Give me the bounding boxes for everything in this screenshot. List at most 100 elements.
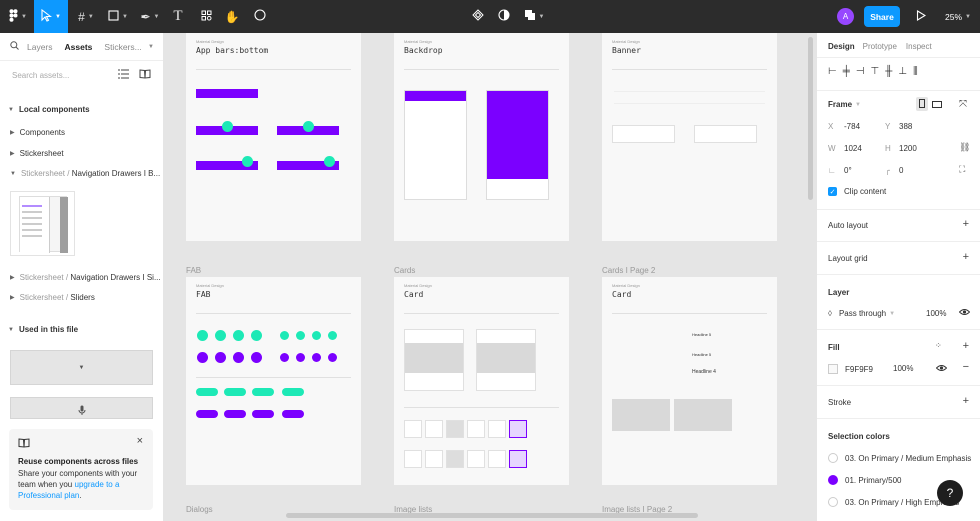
x-field[interactable]: X -784 [828, 122, 860, 131]
comment-tool-button[interactable] [250, 0, 270, 33]
path-separator: / [65, 273, 69, 282]
help-button[interactable]: ? [937, 480, 963, 506]
nav-drawers-2-folder[interactable]: ▶ Stickersheet / Navigation Drawers I Si.… [10, 273, 161, 282]
align-top-icon[interactable]: ⊤ [871, 66, 886, 77]
frame-section-header[interactable]: Frame ▼ [828, 100, 861, 109]
components-folder[interactable]: ▶ Components [10, 128, 65, 137]
fab-sample [242, 156, 253, 167]
avatar[interactable]: A [837, 8, 854, 25]
align-left-icon[interactable]: ⊢ [828, 66, 843, 77]
frame-app-bars[interactable]: Material Design App bars:bottom [186, 33, 361, 241]
portrait-button[interactable] [916, 97, 928, 111]
asset-search-input[interactable]: Search assets... [12, 71, 69, 80]
divider [404, 69, 559, 70]
used-in-file-header[interactable]: ▼ Used in this file [8, 325, 78, 334]
frame-backdrop[interactable]: Material Design Backdrop [394, 33, 569, 241]
radius-field[interactable]: ╭ 0 [885, 166, 903, 175]
move-tool-button[interactable]: ▼ [34, 0, 68, 33]
local-components-header[interactable]: ▼ Local components [8, 105, 90, 114]
sliders-folder[interactable]: ▶ Stickersheet / Sliders [10, 293, 95, 302]
rectangle-icon [108, 9, 119, 24]
align-middle-icon[interactable]: ╫ [885, 66, 898, 77]
fill-opacity[interactable]: 100% [893, 364, 913, 373]
search-icon[interactable] [10, 41, 19, 52]
folder-label: Stickersheet [19, 149, 64, 158]
mask-button[interactable] [494, 0, 514, 33]
selection-color-row[interactable]: 01. Primary/500 [828, 475, 901, 485]
selection-color-row[interactable]: 03. On Primary / Medium Emphasis [828, 453, 971, 463]
text-tool-button[interactable]: T [168, 0, 188, 33]
used-component-dropdown[interactable]: ▼ [10, 350, 153, 385]
fill-swatch[interactable] [828, 364, 838, 374]
rotation-field[interactable]: ∟ 0° [828, 166, 852, 175]
tab-prototype[interactable]: Prototype [863, 42, 897, 51]
used-component-mic[interactable] [10, 397, 153, 419]
fab-sample [296, 331, 305, 340]
style-grid-icon[interactable]: ⁘ [935, 341, 942, 350]
tab-inspect[interactable]: Inspect [906, 42, 932, 51]
card-chip [446, 420, 464, 438]
frame-banner[interactable]: Material Design Banner [602, 33, 777, 241]
nav-drawers-folder[interactable]: ▼ Stickersheet / Navigation Drawers I B..… [10, 169, 160, 178]
portrait-icon [919, 98, 925, 110]
zoom-dropdown[interactable]: 25% ▼ [945, 0, 971, 33]
resize-to-fit-icon[interactable]: ⤧ [959, 99, 967, 110]
extended-fab-sample [224, 388, 246, 396]
component-thumbnail[interactable] [10, 191, 75, 256]
align-bottom-icon[interactable]: ⊥ [898, 66, 913, 77]
constrain-proportions-icon[interactable]: ⛓ [959, 142, 970, 153]
blend-mode-dropdown[interactable]: ◊ Pass through ▼ [828, 309, 895, 318]
right-panel: Design Prototype Inspect ⊢ ╪ ⊣ ⊤ ╫ ⊥ ⫼ Frame ▼ … [816, 33, 980, 521]
microphone-icon [78, 405, 86, 418]
path-name: Sliders [70, 293, 95, 302]
hand-tool-button[interactable]: ✋ [222, 0, 242, 33]
divider [817, 57, 980, 58]
tab-library[interactable]: Stickers... [104, 42, 141, 52]
divider [817, 209, 980, 210]
align-right-icon[interactable]: ⊣ [856, 66, 871, 77]
tab-assets[interactable]: Assets [65, 42, 93, 52]
frame-cards-2[interactable]: Material Design Card Headline 5 Headline… [602, 277, 777, 485]
library-book-icon[interactable] [139, 69, 151, 81]
w-field[interactable]: W 1024 [828, 144, 862, 153]
stickersheet-folder[interactable]: ▶ Stickersheet [10, 149, 64, 158]
align-center-icon[interactable]: ╪ [843, 66, 856, 77]
clip-content-checkbox[interactable]: ✓ Clip content [828, 187, 886, 196]
layer-opacity[interactable]: 100% [926, 309, 946, 318]
main-menu-button[interactable]: ▼ [4, 0, 32, 33]
add-fill-icon[interactable]: + [963, 340, 969, 352]
frame-cards[interactable]: Material Design Card [394, 277, 569, 485]
close-icon[interactable]: × [137, 435, 143, 447]
add-layout-grid-icon[interactable]: + [963, 251, 969, 263]
h-field[interactable]: H 1200 [885, 144, 917, 153]
landscape-icon[interactable] [932, 100, 942, 110]
tab-design[interactable]: Design [828, 42, 855, 51]
frame-tool-button[interactable]: # ▼ [72, 0, 100, 33]
eye-icon[interactable] [958, 308, 971, 318]
question-icon: ? [946, 486, 954, 500]
add-auto-layout-icon[interactable]: + [963, 218, 969, 230]
y-field[interactable]: Y 388 [885, 122, 912, 131]
independent-corners-icon[interactable]: ⛶ [959, 164, 965, 175]
vertical-scrollbar[interactable] [808, 37, 813, 200]
fill-row[interactable]: F9F9F9 [828, 364, 873, 374]
distribute-icon[interactable]: ⫼ [913, 66, 924, 77]
tab-layers[interactable]: Layers [27, 42, 53, 52]
resources-button[interactable] [196, 0, 216, 33]
fab-sample [197, 330, 208, 341]
fab-sample [312, 331, 321, 340]
add-stroke-icon[interactable]: + [963, 395, 969, 407]
canvas[interactable]: Material Design App bars:bottom Material… [164, 33, 816, 521]
frame-fab[interactable]: Material Design FAB [186, 277, 361, 485]
components-button[interactable] [468, 0, 488, 33]
eye-icon[interactable] [935, 364, 948, 374]
present-button[interactable] [912, 0, 930, 33]
pen-tool-button[interactable]: ✒ ▼ [136, 0, 164, 33]
boolean-button[interactable]: ▼ [522, 0, 546, 33]
horizontal-scrollbar[interactable] [286, 513, 698, 518]
path-prefix: Stickersheet [19, 293, 64, 302]
share-button[interactable]: Share [864, 6, 900, 27]
remove-fill-icon[interactable]: − [963, 361, 969, 373]
list-view-icon[interactable] [118, 69, 129, 81]
shape-tool-button[interactable]: ▼ [104, 0, 132, 33]
